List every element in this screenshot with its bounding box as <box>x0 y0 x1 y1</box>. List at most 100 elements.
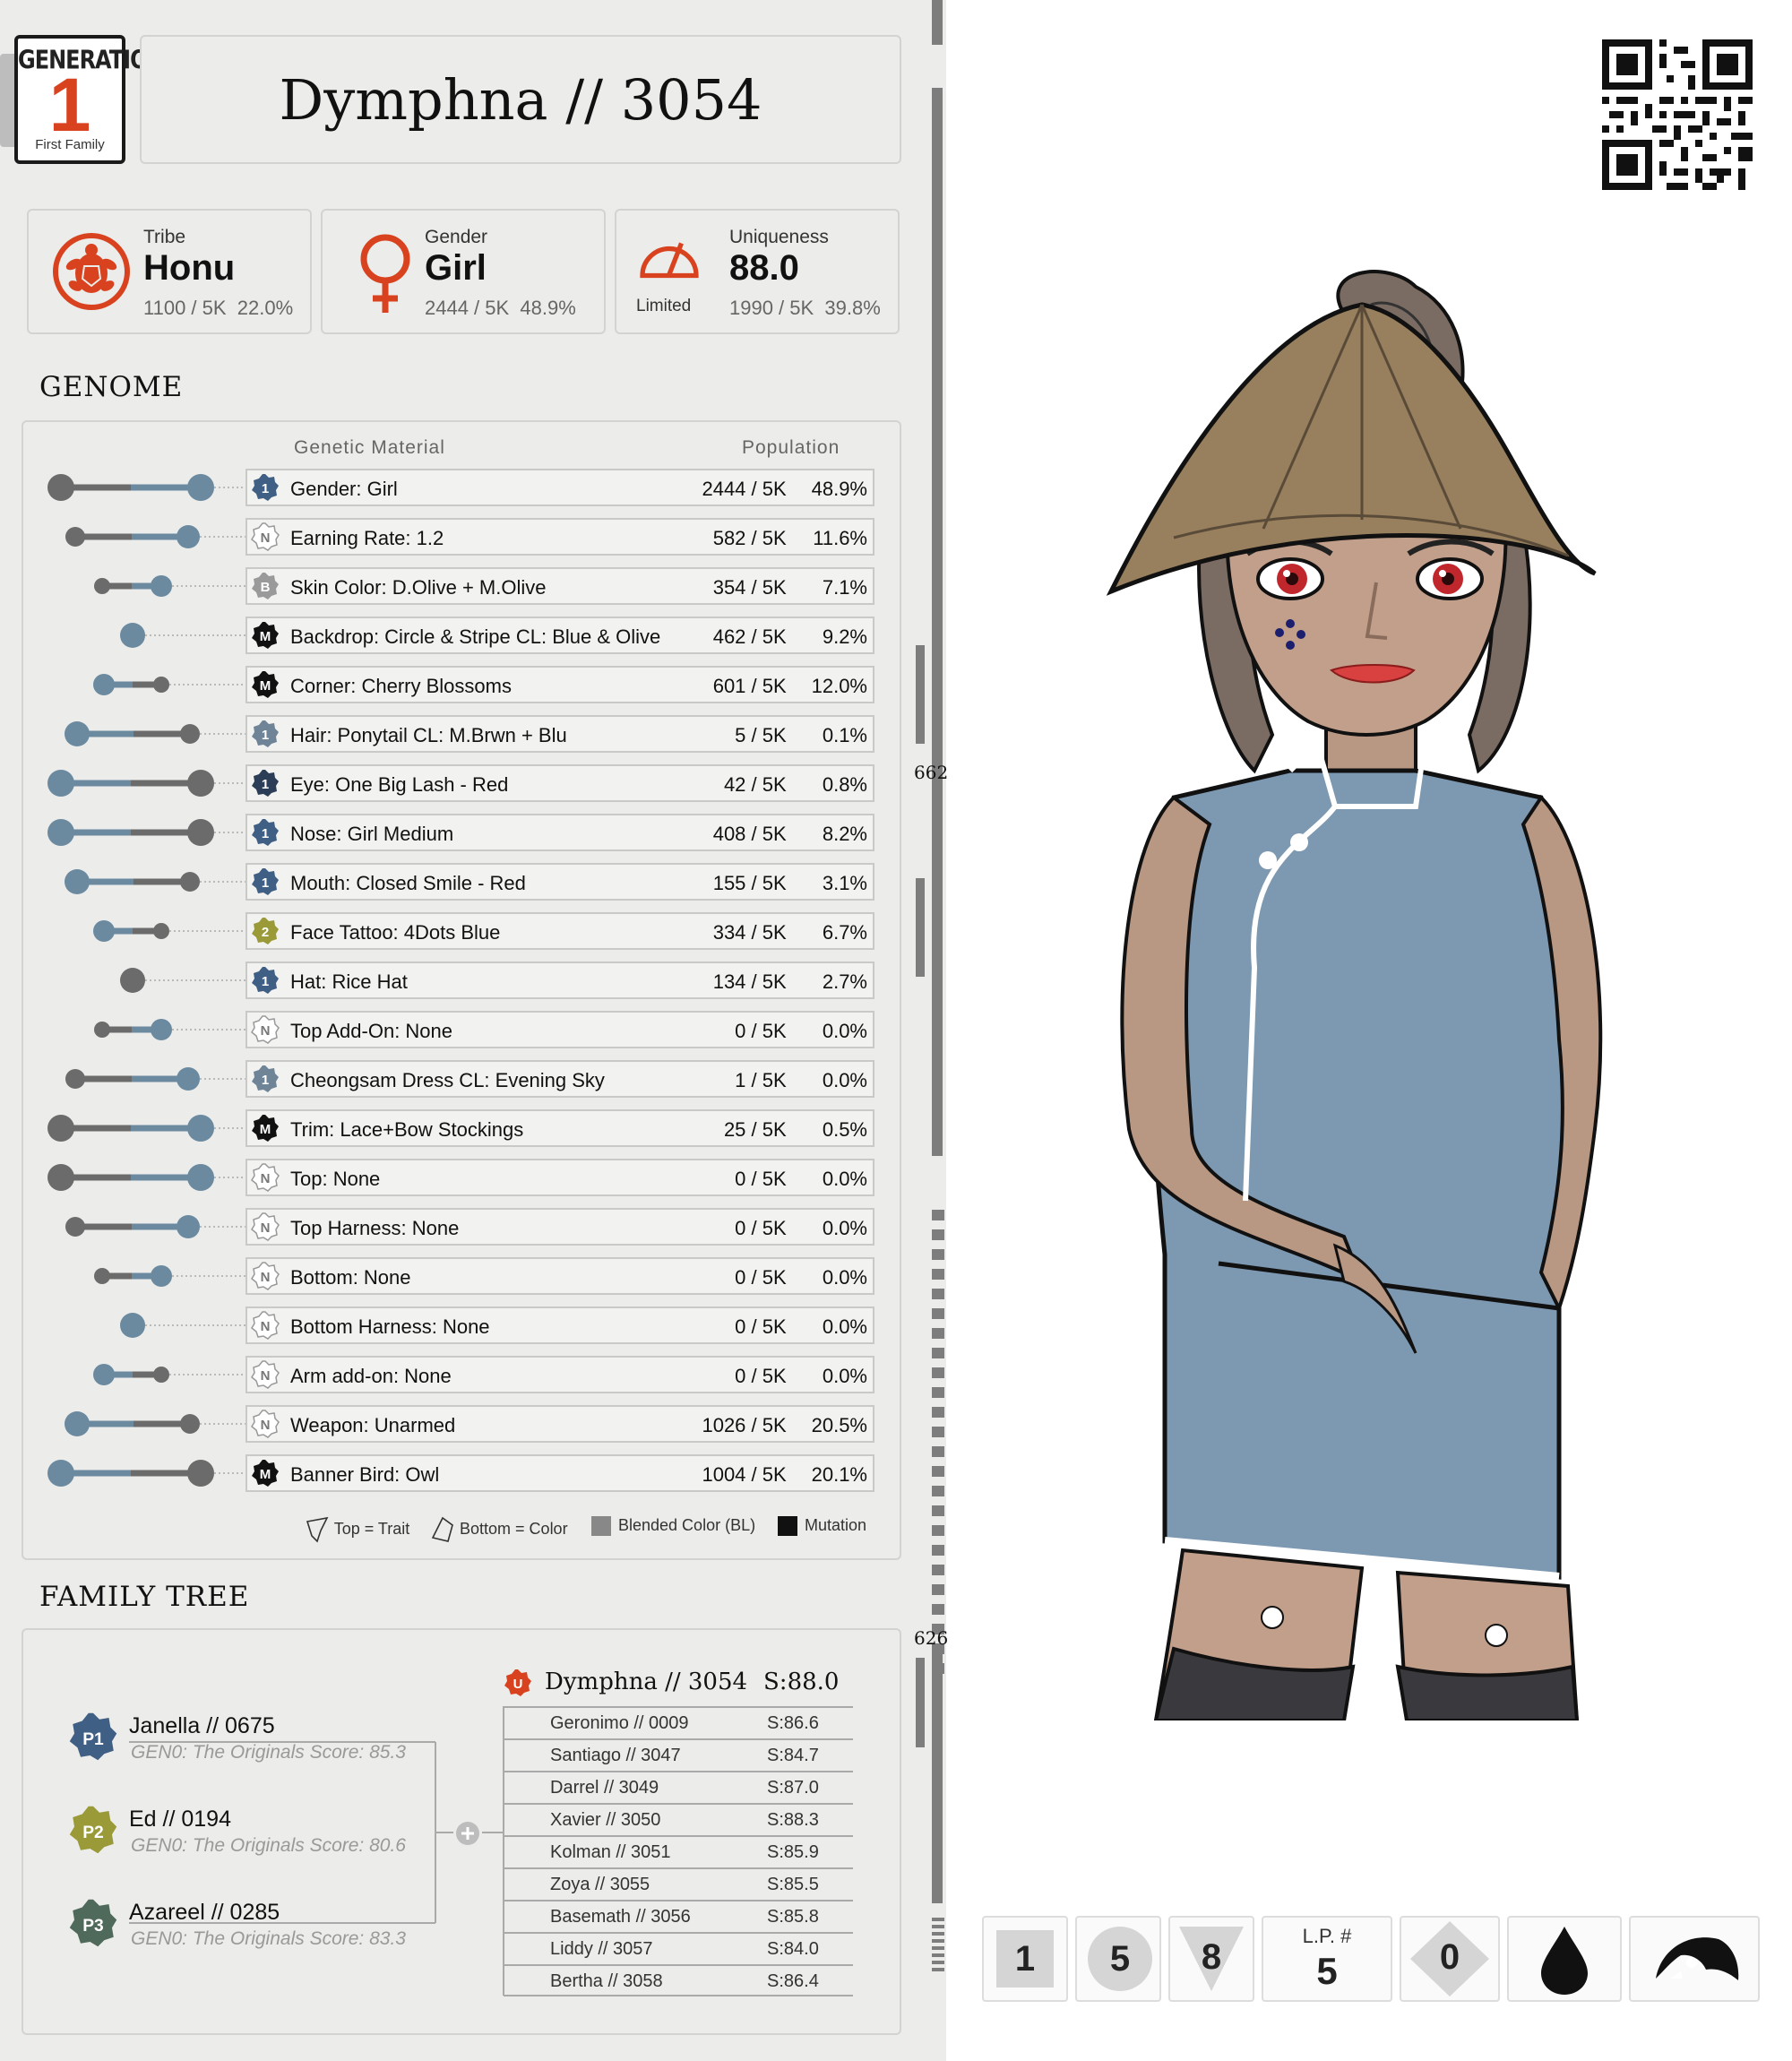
gene-population: 0 / 5K 0.0% <box>735 1365 867 1387</box>
qr-code[interactable] <box>1602 39 1753 190</box>
gene-row[interactable]: B Skin Color: D.Olive + M.Olive 354 / 5K 7… <box>246 567 874 605</box>
gene-population: 462 / 5K 9.2% <box>712 625 867 648</box>
self-name[interactable]: Dymphna // 3054 <box>545 1669 747 1695</box>
gene-population: 2444 / 5K 48.9% <box>702 478 867 500</box>
gene-row[interactable]: N Top Add-On: None 0 / 5K 0.0% <box>246 1011 874 1048</box>
gene-row[interactable]: N Bottom: None 0 / 5K 0.0% <box>246 1257 874 1295</box>
trait-box-2[interactable]: 5 <box>1075 1916 1161 2002</box>
gene-allele-left <box>47 1460 74 1487</box>
sibling-row[interactable]: Kolman // 3051 S:85.9 <box>504 1835 853 1867</box>
gene-name: Hat: Rice Hat <box>290 970 408 993</box>
trait-box-6[interactable] <box>1629 1916 1760 2002</box>
gene-row[interactable]: N Earning Rate: 1.2 582 / 5K 11.6% <box>246 518 874 556</box>
parent-name[interactable]: Azareel // 0285 <box>129 1900 280 1926</box>
trait-box-4[interactable]: 0 <box>1400 1916 1500 2002</box>
gene-allele-left <box>47 1164 74 1191</box>
parent-badge-icon: P2 <box>69 1806 117 1854</box>
sibling-row[interactable]: Basemath // 3056 S:85.8 <box>504 1900 853 1932</box>
svg-text:1: 1 <box>262 481 269 496</box>
gene-row[interactable]: 1 Mouth: Closed Smile - Red 155 / 5K 3.1% <box>246 863 874 901</box>
gene-badge-icon: N <box>251 522 280 551</box>
gene-population: 0 / 5K 0.0% <box>735 1217 867 1239</box>
gene-row[interactable]: M Trim: Lace+Bow Stockings 25 / 5K 0.5% <box>246 1109 874 1147</box>
sibling-score: S:85.5 <box>767 1875 819 1894</box>
parent-name[interactable]: Ed // 0194 <box>129 1807 231 1832</box>
svg-text:N: N <box>261 1418 271 1433</box>
gene-badge-icon: 1 <box>252 770 279 797</box>
gene-row[interactable]: N Bottom Harness: None 0 / 5K 0.0% <box>246 1306 874 1344</box>
gene-allele-left <box>65 869 90 894</box>
gene-allele-right <box>151 1265 172 1287</box>
scale-bar <box>932 1652 943 1903</box>
svg-text:M: M <box>260 678 271 694</box>
gene-allele-right <box>187 1164 214 1191</box>
trait-diamond-value: 0 <box>1439 1937 1460 1977</box>
gene-allele-left <box>94 1268 110 1284</box>
gene-row[interactable]: N Weapon: Unarmed 1026 / 5K 20.5% <box>246 1405 874 1443</box>
parent-name[interactable]: Janella // 0675 <box>129 1713 275 1739</box>
gene-row[interactable]: N Top Harness: None 0 / 5K 0.0% <box>246 1208 874 1246</box>
gene-row[interactable]: 1 Nose: Girl Medium 408 / 5K 8.2% <box>246 814 874 851</box>
gene-population: 1004 / 5K 20.1% <box>702 1463 867 1486</box>
uniqueness-badge: Limited <box>636 297 692 315</box>
gene-allele-left <box>120 1313 145 1338</box>
svg-text:N: N <box>261 1270 271 1285</box>
gene-name: Cheongsam Dress CL: Evening Sky <box>290 1069 605 1091</box>
gene-row[interactable]: N Arm add-on: None 0 / 5K 0.0% <box>246 1356 874 1393</box>
scale-bar <box>916 1658 925 1747</box>
gene-row[interactable]: M Backdrop: Circle & Stripe CL: Blue & Ol… <box>246 617 874 654</box>
character-illustration <box>1106 270 1603 1720</box>
gene-population: 134 / 5K 2.7% <box>712 970 867 993</box>
genome-col-material: Genetic Material <box>294 437 445 458</box>
sibling-row[interactable]: Santiago // 3047 S:84.7 <box>504 1738 853 1771</box>
gene-name: Banner Bird: Owl <box>290 1463 440 1486</box>
gene-row[interactable]: 1 Eye: One Big Lash - Red 42 / 5K 0.8% <box>246 764 874 802</box>
sibling-row[interactable]: Xavier // 3050 S:88.3 <box>504 1803 853 1835</box>
gene-allele-right <box>153 1367 169 1383</box>
sibling-name: Xavier // 3050 <box>550 1810 661 1830</box>
trait-box-1[interactable]: 1 <box>982 1916 1068 2002</box>
gene-row[interactable]: 1 Gender: Girl 2444 / 5K 48.9% <box>246 469 874 506</box>
gene-population: 42 / 5K 0.8% <box>723 773 867 796</box>
gene-row[interactable]: 2 Face Tattoo: 4Dots Blue 334 / 5K 6.7% <box>246 912 874 950</box>
sibling-row[interactable]: Zoya // 3055 S:85.5 <box>504 1867 853 1900</box>
gene-links <box>47 474 247 1487</box>
gene-badge-icon: 1 <box>252 1065 279 1092</box>
gene-allele-right <box>187 474 214 501</box>
family-tree-title: FAMILY TREE <box>39 1581 250 1613</box>
top-trait-icon <box>306 1516 329 1543</box>
sibling-name: Kolman // 3051 <box>550 1842 671 1862</box>
genome-col-population: Population <box>742 437 840 458</box>
sibling-row[interactable]: Bertha // 3058 S:86.4 <box>504 1964 853 1996</box>
gene-badge-icon: M <box>252 1460 279 1487</box>
trait-circle: 5 <box>1088 1927 1152 1991</box>
lp-label: L.P. # <box>1302 1925 1352 1947</box>
gene-allele-left <box>65 1069 85 1089</box>
sibling-row[interactable]: Liddy // 3057 S:84.0 <box>504 1932 853 1964</box>
gene-row[interactable]: 1 Cheongsam Dress CL: Evening Sky 1 / 5K 0… <box>246 1060 874 1098</box>
gene-row[interactable]: M Corner: Cherry Blossoms 601 / 5K 12.0% <box>246 666 874 703</box>
gene-row[interactable]: M Banner Bird: Owl 1004 / 5K 20.1% <box>246 1454 874 1492</box>
gene-badge-icon: 1 <box>252 819 279 846</box>
gene-allele-left <box>94 1022 110 1038</box>
gene-allele-right <box>180 872 200 892</box>
svg-text:N: N <box>261 1023 271 1039</box>
trait-box-3[interactable]: 8 <box>1168 1916 1254 2002</box>
sibling-score: S:85.8 <box>767 1907 819 1927</box>
gene-row[interactable]: N Top: None 0 / 5K 0.0% <box>246 1159 874 1196</box>
trait-triangle-value: 8 <box>1201 1937 1222 1977</box>
sibling-row[interactable]: Darrel // 3049 S:87.0 <box>504 1771 853 1803</box>
gene-row[interactable]: 1 Hat: Rice Hat 134 / 5K 2.7% <box>246 962 874 999</box>
gene-allele-right <box>151 1019 172 1040</box>
gene-row[interactable]: 1 Hair: Ponytail CL: M.Brwn + Blu 5 / 5K 0… <box>246 715 874 753</box>
sibling-row[interactable]: Geronimo // 0009 S:86.6 <box>504 1706 853 1738</box>
trait-box-5[interactable] <box>1507 1916 1622 2002</box>
scale-bar <box>916 645 925 744</box>
trait-box-lp[interactable]: L.P. # 5 <box>1262 1916 1392 2002</box>
gene-badge-icon: 2 <box>252 918 279 944</box>
parent-badge-icon: P3 <box>69 1899 117 1947</box>
gene-badge-icon: N <box>251 1015 280 1044</box>
uniqueness-label: Uniqueness <box>729 227 829 247</box>
gene-name: Nose: Girl Medium <box>290 823 454 845</box>
gene-population: 1 / 5K 0.0% <box>735 1069 867 1091</box>
